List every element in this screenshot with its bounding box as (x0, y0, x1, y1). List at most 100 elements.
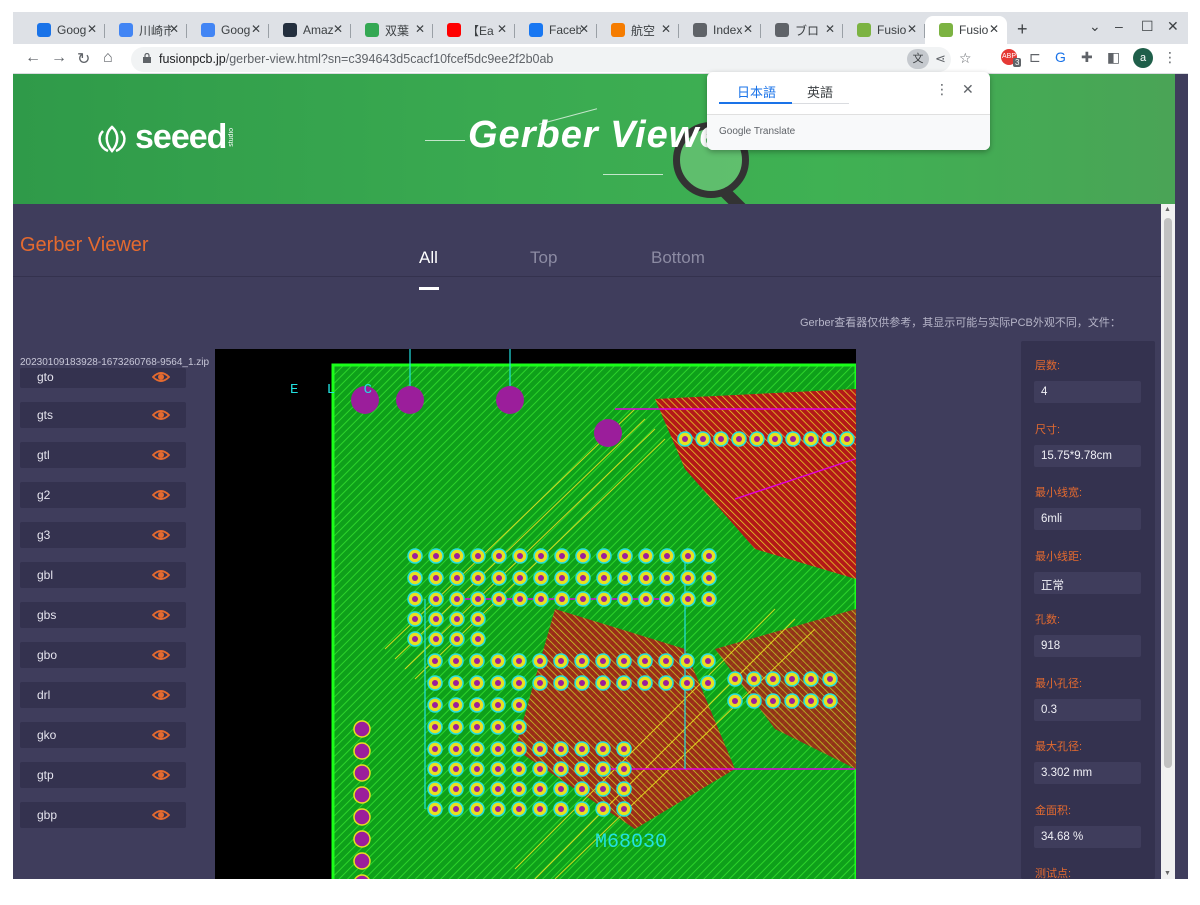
extension-badge: 3 (1013, 58, 1022, 67)
browser-tab[interactable]: Fusio ✕ (843, 16, 925, 44)
page-scrollbar[interactable]: ▲ ▼ (1161, 204, 1175, 879)
tab-search-chevron-icon[interactable]: ⌄ (1089, 18, 1101, 35)
browser-tab[interactable]: Index ✕ (679, 16, 761, 44)
pcb-canvas[interactable]: E L C M68030 (215, 349, 856, 879)
layer-row[interactable]: gbl (20, 562, 186, 588)
eye-icon[interactable] (152, 648, 170, 662)
scrollbar-thumb[interactable] (1164, 218, 1172, 768)
tab-title: ブロ (795, 23, 820, 38)
eye-icon[interactable] (152, 528, 170, 542)
profile-avatar[interactable]: a (1133, 48, 1153, 68)
layer-row[interactable]: drl (20, 682, 186, 708)
eye-icon[interactable] (152, 408, 170, 422)
translate-close-icon[interactable]: ✕ (962, 81, 974, 98)
google-calendar-icon (201, 23, 215, 37)
seeed-logo[interactable]: seeed studio (95, 118, 235, 157)
browser-tab[interactable]: 航空 ✕ (597, 16, 679, 44)
layer-row[interactable]: gto (20, 368, 186, 388)
eye-icon[interactable] (152, 768, 170, 782)
tab-close-icon[interactable]: ✕ (907, 22, 917, 36)
new-tab-button[interactable]: + (1017, 19, 1028, 40)
eye-icon[interactable] (152, 448, 170, 462)
tab-close-icon[interactable]: ✕ (497, 22, 507, 36)
layer-name: gto (37, 370, 54, 384)
layer-row[interactable]: gbs (20, 602, 186, 628)
eye-icon[interactable] (152, 568, 170, 582)
home-icon[interactable]: ⌂ (103, 49, 113, 67)
eye-icon[interactable] (152, 488, 170, 502)
layer-name: gts (37, 408, 54, 422)
tab-close-icon[interactable]: ✕ (989, 22, 999, 36)
tab-close-icon[interactable]: ✕ (251, 22, 261, 36)
eye-icon[interactable] (152, 370, 170, 384)
amazon-icon (283, 23, 297, 37)
translate-tab-japanese[interactable]: 日本語 (737, 82, 776, 101)
scroll-up-icon[interactable]: ▲ (1164, 206, 1171, 213)
property-value: 4 (1034, 381, 1141, 403)
close-window-button[interactable]: ✕ (1167, 18, 1179, 35)
layer-row[interactable]: gtl (20, 442, 186, 468)
browser-tab[interactable]: 双葉 ✕ (351, 16, 433, 44)
eye-icon[interactable] (152, 808, 170, 822)
translate-options-icon[interactable]: ⋮ (935, 81, 949, 98)
tab-close-icon[interactable]: ✕ (87, 22, 97, 36)
translate-tab-english[interactable]: 英語 (807, 82, 833, 101)
property-label: 最小线距: (1035, 550, 1083, 563)
tab-close-icon[interactable]: ✕ (661, 22, 671, 36)
reload-icon[interactable]: ↻ (77, 49, 90, 69)
maximize-button[interactable]: ☐ (1141, 18, 1154, 35)
property-value: 6mli (1034, 508, 1141, 530)
cast-icon[interactable]: ⊏ (1029, 49, 1041, 66)
google-translate-extension-icon[interactable]: G (1055, 49, 1066, 65)
layer-row[interactable]: gts (20, 402, 186, 428)
magnifier-handle (718, 185, 756, 204)
disclaimer-text: Gerber查看器仅供参考，其显示可能与实际PCB外观不同，文件： (800, 317, 1121, 329)
forward-arrow-icon[interactable]: → (51, 49, 67, 67)
browser-tab[interactable]: Fusio ✕ (925, 16, 1007, 44)
side-panel-icon[interactable]: ◧ (1107, 49, 1120, 66)
layer-row[interactable]: g2 (20, 482, 186, 508)
tab-all[interactable]: All (419, 248, 438, 268)
browser-tab[interactable]: 【Ea ✕ (433, 16, 515, 44)
property-label: 最大孔径: (1035, 741, 1083, 753)
share-icon[interactable]: ⋖ (935, 51, 946, 67)
browser-tab[interactable]: ブロ ✕ (761, 16, 843, 44)
scroll-down-icon[interactable]: ▼ (1164, 870, 1171, 877)
eye-icon[interactable] (152, 688, 170, 702)
extensions-puzzle-icon[interactable]: ✚ (1081, 49, 1093, 66)
eye-icon[interactable] (152, 608, 170, 622)
browser-toolbar: ← → ↻ ⌂ fusionpcb.jp/gerber-view.html?sn… (13, 44, 1188, 74)
tab-close-icon[interactable]: ✕ (169, 22, 179, 36)
browser-tab[interactable]: Amaz ✕ (269, 16, 351, 44)
translate-page-icon[interactable]: 文 (907, 49, 929, 69)
tab-close-icon[interactable]: ✕ (743, 22, 753, 36)
pcb-properties-panel: 层数: 4 尺寸: 15.75*9.78cm 最小线宽: 6mli 最小线距: 正常 孔数: 91… (1021, 341, 1155, 879)
minimize-button[interactable]: – (1115, 18, 1123, 34)
layer-row[interactable]: gko (20, 722, 186, 748)
layer-row[interactable]: gtp (20, 762, 186, 788)
browser-tab[interactable]: 川崎市 ✕ (105, 16, 187, 44)
browser-menu-icon[interactable]: ⋮ (1163, 49, 1177, 66)
layer-name: gbo (37, 648, 58, 662)
layer-row[interactable]: g3 (20, 522, 186, 548)
back-arrow-icon[interactable]: ← (25, 49, 41, 67)
bookmark-star-icon[interactable]: ☆ (959, 50, 972, 67)
property-value: 15.75*9.78cm (1034, 444, 1141, 467)
tab-top[interactable]: Top (530, 248, 557, 268)
browser-tab[interactable]: Goog ✕ (23, 16, 105, 44)
layer-row[interactable]: gbp (20, 802, 186, 828)
header-divider (13, 276, 1161, 277)
eye-icon[interactable] (152, 728, 170, 742)
tab-close-icon[interactable]: ✕ (333, 22, 343, 36)
pcb-chip-label: M68030 (595, 831, 667, 854)
translate-footer: Google Translate (707, 114, 990, 150)
tab-close-icon[interactable]: ✕ (825, 22, 835, 36)
browser-tab[interactable]: Faceb ✕ (515, 16, 597, 44)
tab-bottom[interactable]: Bottom (651, 248, 705, 268)
layer-name: gtl (37, 448, 50, 462)
tab-close-icon[interactable]: ✕ (579, 22, 589, 36)
address-bar[interactable]: fusionpcb.jp/gerber-view.html?sn=c394643… (131, 47, 972, 72)
tab-close-icon[interactable]: ✕ (415, 22, 425, 36)
browser-tab[interactable]: Goog ✕ (187, 16, 269, 44)
layer-row[interactable]: gbo (20, 642, 186, 668)
